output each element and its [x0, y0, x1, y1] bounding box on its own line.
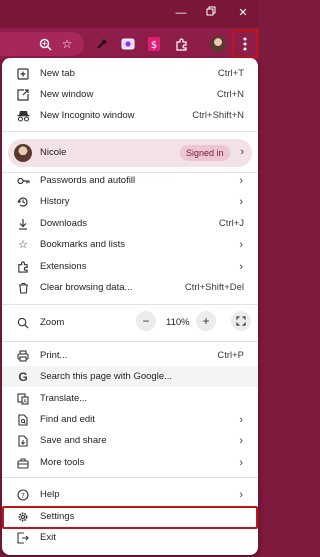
shortcut-label: Ctrl+T — [217, 68, 244, 79]
menu-item-new-tab[interactable]: New tab Ctrl+T — [2, 63, 258, 84]
menu-divider — [2, 131, 258, 132]
menu-item-label: New tab — [40, 68, 75, 79]
zoom-level: 110% — [166, 317, 190, 328]
trash-icon — [16, 281, 30, 295]
extensions-puzzle-icon[interactable] — [172, 35, 190, 53]
shortcut-label: Ctrl+N — [216, 89, 244, 100]
screen-cast-icon[interactable] — [119, 35, 137, 53]
puzzle-icon — [16, 260, 30, 274]
zoom-out-button[interactable]: − — [136, 311, 156, 331]
menu-item-label: Extensions — [40, 261, 87, 272]
svg-text:?: ? — [21, 491, 25, 499]
shortcut-label: Ctrl+Shift+N — [192, 110, 244, 121]
status-badge: Signed in — [180, 145, 230, 161]
zoom-in-button[interactable]: + — [196, 311, 216, 331]
settings-highlight — [2, 506, 258, 529]
menu-item-search-page[interactable]: G Search this page with Google... — [2, 366, 258, 387]
menu-item-label: Exit — [40, 532, 56, 543]
menu-item-clear-browsing-data[interactable]: Clear browsing data... Ctrl+Shift+Del — [2, 277, 258, 298]
shortcut-label: Ctrl+P — [217, 350, 244, 361]
menu-item-extensions[interactable]: Extensions › — [2, 256, 258, 277]
menu-item-label: More tools — [40, 457, 85, 468]
bookmark-star-icon[interactable]: ☆ — [58, 35, 76, 53]
menu-item-help[interactable]: ? Help › — [2, 484, 258, 505]
new-window-icon — [16, 88, 30, 102]
history-icon — [16, 195, 30, 209]
profile-row[interactable]: Nicole Signed in › — [8, 139, 252, 167]
menu-item-label: New Incognito window — [40, 110, 135, 121]
zoom-icon[interactable] — [36, 35, 54, 53]
menu-item-label: Zoom — [40, 317, 65, 328]
menu-item-find-edit[interactable]: Find and edit › — [2, 409, 258, 430]
avatar — [14, 144, 32, 162]
menu-item-new-window[interactable]: New window Ctrl+N — [2, 84, 258, 105]
menu-divider — [2, 304, 258, 305]
menu-item-label: Help — [40, 489, 60, 500]
profile-avatar-icon[interactable] — [209, 35, 227, 53]
menu-item-save-share[interactable]: Save and share › — [2, 430, 258, 451]
menu-item-bookmarks[interactable]: ☆ Bookmarks and lists › — [2, 234, 258, 255]
translate-icon: A — [16, 392, 30, 406]
chevron-right-icon: › — [239, 260, 243, 273]
menu-item-label: Passwords and autofill — [40, 175, 136, 186]
menu-item-downloads[interactable]: Downloads Ctrl+J — [2, 213, 258, 234]
menu-item-label: Search this page with Google... — [40, 371, 173, 382]
close-icon[interactable]: ✕ — [232, 4, 254, 22]
find-document-icon — [16, 413, 30, 427]
chevron-right-icon: › — [239, 488, 243, 501]
menu-item-label: History — [40, 196, 70, 207]
menu-item-label: New window — [40, 89, 94, 100]
menu-item-label: Clear browsing data... — [40, 282, 133, 293]
shortcut-label: Ctrl+Shift+Del — [184, 282, 244, 293]
svg-text:$: $ — [151, 40, 157, 51]
eyedropper-icon[interactable] — [93, 35, 111, 53]
menu-item-passwords[interactable]: Passwords and autofill › — [2, 170, 258, 191]
help-icon: ? — [16, 488, 30, 502]
minimize-icon[interactable]: — — [170, 4, 192, 22]
menu-item-zoom: Zoom − 110% + — [2, 311, 258, 333]
more-menu-highlight — [232, 30, 258, 58]
menu-item-label: Save and share — [40, 435, 107, 446]
menu-item-translate[interactable]: A Translate... — [2, 388, 258, 409]
download-icon — [16, 217, 30, 231]
chrome-main-menu: New tab Ctrl+T New window Ctrl+N New Inc… — [2, 58, 258, 555]
restore-icon[interactable] — [200, 4, 222, 22]
fullscreen-button[interactable] — [231, 311, 251, 331]
save-share-icon — [16, 434, 30, 448]
menu-item-label: Bookmarks and lists — [40, 239, 126, 250]
printer-icon — [16, 349, 30, 363]
menu-item-label: Downloads — [40, 218, 87, 229]
title-bar: — ✕ — [0, 0, 259, 28]
exit-icon — [16, 531, 30, 545]
menu-item-new-incognito[interactable]: New Incognito window Ctrl+Shift+N — [2, 105, 258, 126]
shortcut-label: Ctrl+J — [218, 218, 244, 229]
new-tab-icon — [16, 67, 30, 81]
svg-text:A: A — [23, 399, 27, 405]
menu-divider — [2, 341, 258, 342]
key-icon — [16, 174, 30, 188]
star-icon: ☆ — [18, 239, 28, 251]
menu-item-history[interactable]: History › — [2, 191, 258, 212]
menu-item-label: Find and edit — [40, 414, 95, 425]
zoom-icon — [16, 316, 30, 330]
menu-item-more-tools[interactable]: More tools › — [2, 452, 258, 473]
chevron-right-icon: › — [239, 174, 243, 187]
chevron-right-icon: › — [239, 413, 243, 426]
browser-toolbar: ☆ $ — [0, 28, 259, 60]
chevron-right-icon: › — [240, 146, 244, 158]
menu-item-exit[interactable]: Exit — [2, 527, 258, 548]
menu-item-print[interactable]: Print... Ctrl+P — [2, 345, 258, 366]
profile-name: Nicole — [40, 147, 67, 158]
toolbox-icon — [16, 456, 30, 470]
chevron-right-icon: › — [239, 434, 243, 447]
menu-divider — [2, 477, 258, 478]
menu-item-label: Print... — [40, 350, 68, 361]
incognito-icon — [16, 109, 30, 123]
dollar-extension-icon[interactable]: $ — [145, 35, 163, 53]
menu-item-label: Translate... — [40, 393, 88, 404]
chevron-right-icon: › — [239, 195, 243, 208]
chevron-right-icon: › — [239, 238, 243, 251]
chevron-right-icon: › — [239, 456, 243, 469]
google-g-icon: G — [18, 369, 28, 384]
